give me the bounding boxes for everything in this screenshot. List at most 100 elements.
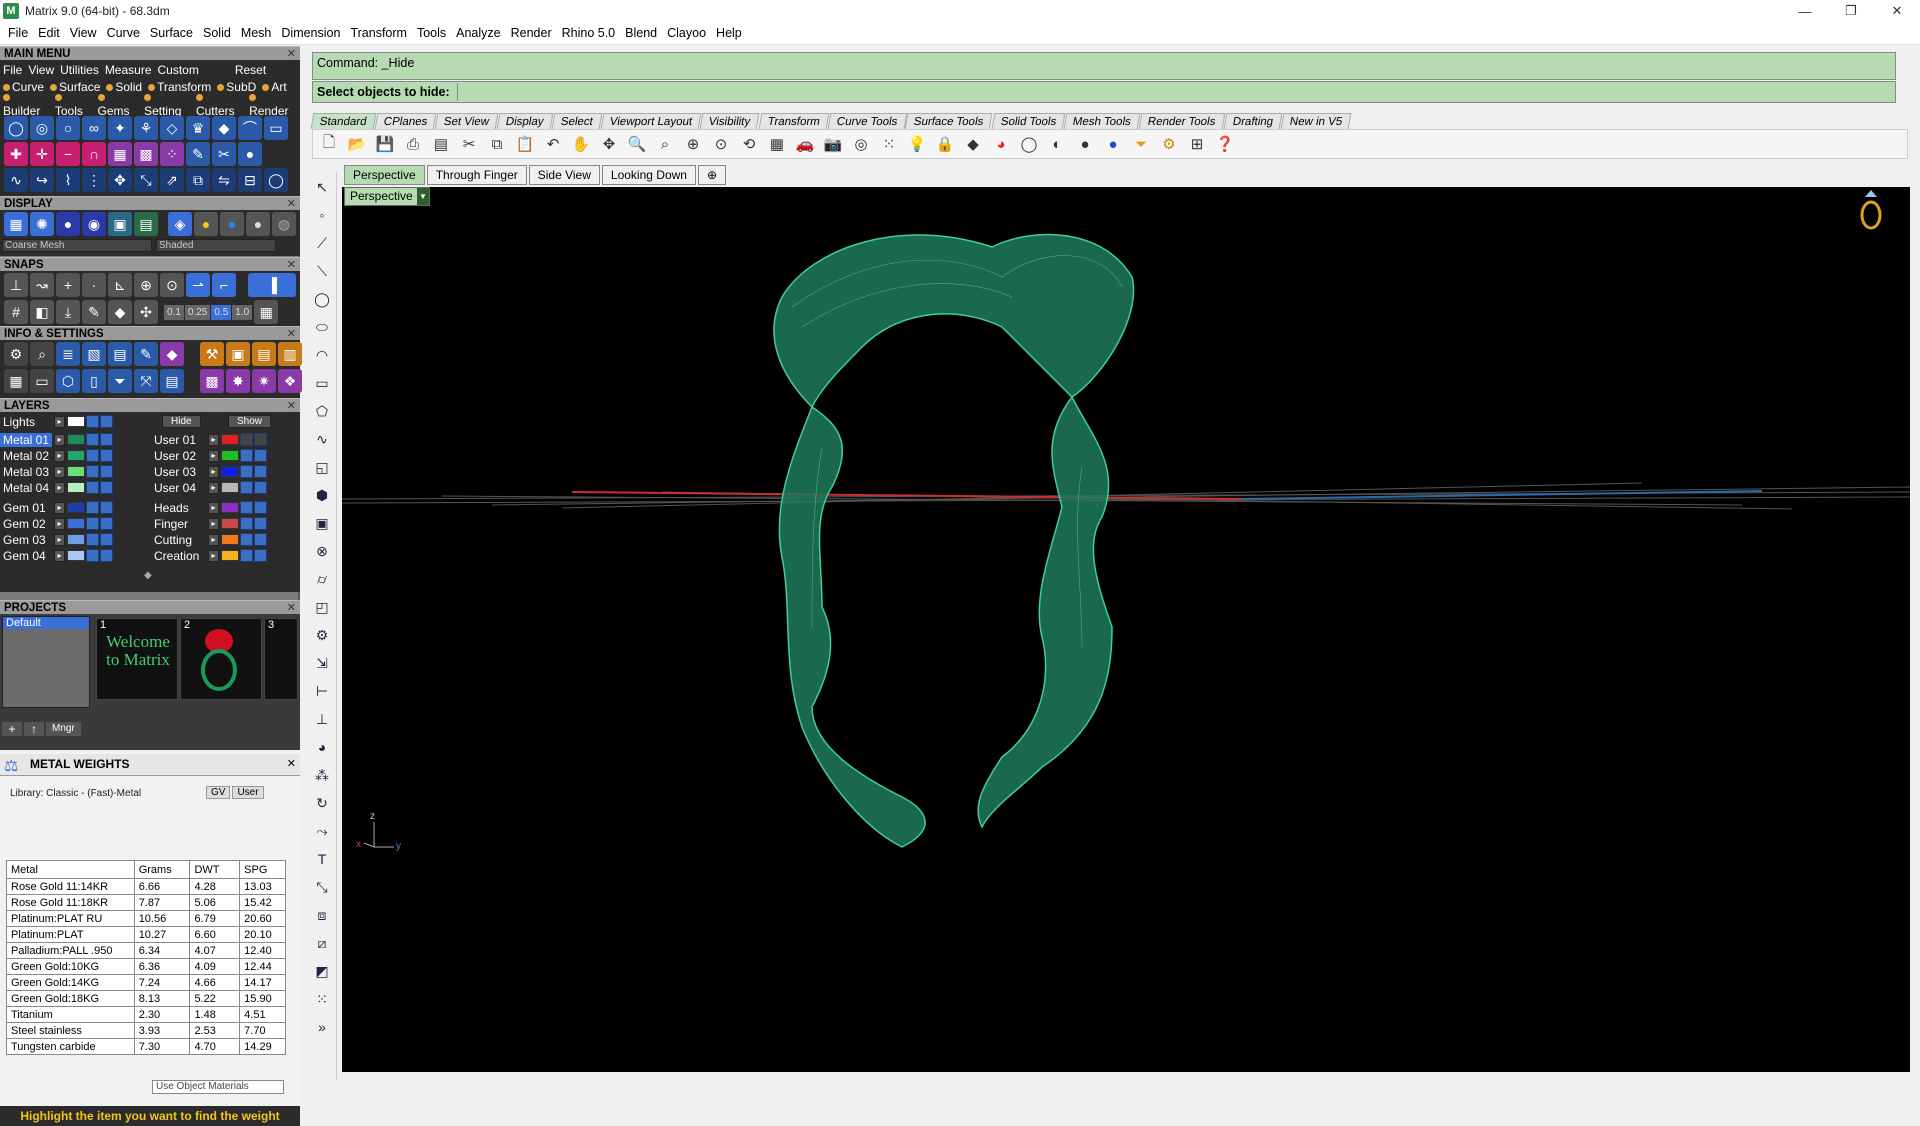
- close-icon[interactable]: ✕: [287, 601, 296, 615]
- curve-icon[interactable]: ∿: [309, 426, 335, 452]
- light-icon[interactable]: ✺: [30, 212, 54, 236]
- visible-icon[interactable]: [100, 501, 113, 514]
- expand-icon[interactable]: ▸: [208, 481, 219, 494]
- paste-icon[interactable]: 📋: [513, 132, 537, 156]
- table-row[interactable]: Green Gold:14KG 7.24 4.66 14.17: [6, 974, 286, 991]
- project-thumb-1[interactable]: 1 Welcome to Matrix: [96, 618, 178, 700]
- planar-icon[interactable]: ◧: [30, 300, 54, 324]
- brush-tool-icon[interactable]: ✎: [186, 142, 210, 166]
- diamond-icon[interactable]: ◆: [108, 300, 132, 324]
- mesh-icon[interactable]: ⚙: [309, 622, 335, 648]
- undo-icon[interactable]: ↶: [541, 132, 565, 156]
- layer-color[interactable]: [221, 534, 239, 545]
- mirror-tool-icon[interactable]: ⇋: [212, 168, 236, 192]
- expand-icon[interactable]: ▸: [208, 517, 219, 530]
- manager-button[interactable]: Mngr: [46, 722, 81, 736]
- stone-icon[interactable]: ▯: [82, 369, 106, 393]
- close-icon[interactable]: ✕: [287, 399, 296, 413]
- zoom-icon[interactable]: 🔍: [625, 132, 649, 156]
- studio-icon[interactable]: ◈: [168, 212, 192, 236]
- snap-point-icon[interactable]: +: [56, 273, 80, 297]
- zoom-extents-icon[interactable]: ⊕: [681, 132, 705, 156]
- head-tool-icon[interactable]: ♛: [186, 116, 210, 140]
- bezel-tool-icon[interactable]: ◇: [160, 116, 184, 140]
- tool-d-icon[interactable]: ▥: [278, 342, 302, 366]
- lock-icon[interactable]: [86, 465, 99, 478]
- col-grams[interactable]: Grams: [133, 860, 191, 879]
- layer-color[interactable]: [67, 466, 85, 477]
- ellipse-icon[interactable]: ⬭: [309, 314, 335, 340]
- gem-info-icon[interactable]: ◆: [160, 342, 184, 366]
- tab-visibility[interactable]: Visibility: [699, 113, 761, 129]
- box-icon[interactable]: ▣: [309, 510, 335, 536]
- table-row[interactable]: Rose Gold 11:14KR 6.66 4.28 13.03: [6, 878, 286, 895]
- mesh-select[interactable]: Coarse Mesh: [2, 239, 152, 252]
- bend-tool-icon[interactable]: ↪: [30, 168, 54, 192]
- restore-button[interactable]: ❐: [1828, 0, 1874, 22]
- menu-blend[interactable]: Blend: [620, 26, 662, 40]
- layer-color[interactable]: [67, 534, 85, 545]
- menu-transform[interactable]: Transform: [345, 26, 412, 40]
- cap-icon[interactable]: ◰: [309, 594, 335, 620]
- plus-tool-icon[interactable]: ✚: [4, 142, 28, 166]
- zoom-selected-icon[interactable]: ⊙: [709, 132, 733, 156]
- tab-transform[interactable]: Transform: [758, 113, 830, 129]
- layer-color[interactable]: [221, 518, 239, 529]
- gold-material-icon[interactable]: ●: [194, 212, 218, 236]
- table-row[interactable]: Titanium 2.30 1.48 4.51: [6, 1006, 286, 1023]
- page-icon[interactable]: ▤: [429, 132, 453, 156]
- visible-icon[interactable]: [254, 449, 267, 462]
- lock-icon[interactable]: [240, 481, 253, 494]
- menu-surface[interactable]: Surface: [145, 26, 198, 40]
- close-icon[interactable]: ✕: [287, 197, 296, 211]
- grid-snap-icon[interactable]: ⊞: [1185, 132, 1209, 156]
- circle-tool-icon[interactable]: ◯: [4, 116, 28, 140]
- layer-color[interactable]: [221, 550, 239, 561]
- array-tool-icon[interactable]: ⋮: [82, 168, 106, 192]
- render-d-icon[interactable]: ❖: [278, 369, 302, 393]
- expand-icon[interactable]: ▸: [208, 549, 219, 562]
- lock-icon[interactable]: [240, 433, 253, 446]
- menu-file[interactable]: File: [3, 26, 33, 40]
- user-button[interactable]: User: [232, 786, 264, 799]
- lock-icon[interactable]: [240, 517, 253, 530]
- visible-icon[interactable]: [254, 501, 267, 514]
- cylinder-icon[interactable]: ⌭: [309, 566, 335, 592]
- snap-end-icon[interactable]: ⊥: [4, 273, 28, 297]
- mm-utilities[interactable]: Utilities: [57, 63, 102, 77]
- mm-render[interactable]: Render: [246, 90, 300, 118]
- array-icon[interactable]: ⁂: [309, 762, 335, 788]
- layer-color[interactable]: [67, 416, 85, 427]
- layer-cutting[interactable]: Cutting ▸: [150, 532, 267, 547]
- pencil-icon[interactable]: ✎: [82, 300, 106, 324]
- mm-reset[interactable]: Reset: [232, 63, 269, 77]
- flow-tool-icon[interactable]: ⇗: [160, 168, 184, 192]
- color-wheel-icon[interactable]: ◕: [989, 132, 1013, 156]
- gumball-icon[interactable]: ✣: [134, 300, 158, 324]
- point-icon[interactable]: ◦: [309, 202, 335, 228]
- table-row[interactable]: Tungsten carbide 7.30 4.70 14.29: [6, 1038, 286, 1055]
- lock-icon[interactable]: [86, 449, 99, 462]
- copy-tool-icon[interactable]: ⧉: [186, 168, 210, 192]
- fillet-icon[interactable]: ◕: [309, 734, 335, 760]
- layer-metal-04[interactable]: Metal 04 ▸: [0, 480, 113, 495]
- snap-grid-icon[interactable]: ▦: [254, 300, 279, 324]
- wireframe-icon[interactable]: ▦: [4, 212, 28, 236]
- polygon-icon[interactable]: ⬠: [309, 398, 335, 424]
- snap-mid-icon[interactable]: ·: [82, 273, 106, 297]
- edit-icon[interactable]: ✎: [134, 342, 158, 366]
- ring-model[interactable]: [773, 233, 1135, 848]
- project-default[interactable]: Default: [3, 617, 89, 629]
- menu-clayoo[interactable]: Clayoo: [662, 26, 711, 40]
- expand-icon[interactable]: ▸: [54, 533, 65, 546]
- tab-viewport-layout[interactable]: Viewport Layout: [600, 113, 702, 129]
- shade-select[interactable]: Shaded: [156, 239, 276, 252]
- close-icon[interactable]: ✕: [287, 327, 296, 341]
- shaded-icon[interactable]: ●: [56, 212, 80, 236]
- lock-icon[interactable]: [240, 533, 253, 546]
- layer-gem-02[interactable]: Gem 02 ▸: [0, 516, 113, 531]
- tab-display[interactable]: Display: [496, 113, 554, 129]
- render-a-icon[interactable]: ▩: [200, 369, 224, 393]
- chevron-down-icon[interactable]: ▼: [417, 188, 429, 205]
- blue-sphere-icon[interactable]: ●: [1101, 132, 1125, 156]
